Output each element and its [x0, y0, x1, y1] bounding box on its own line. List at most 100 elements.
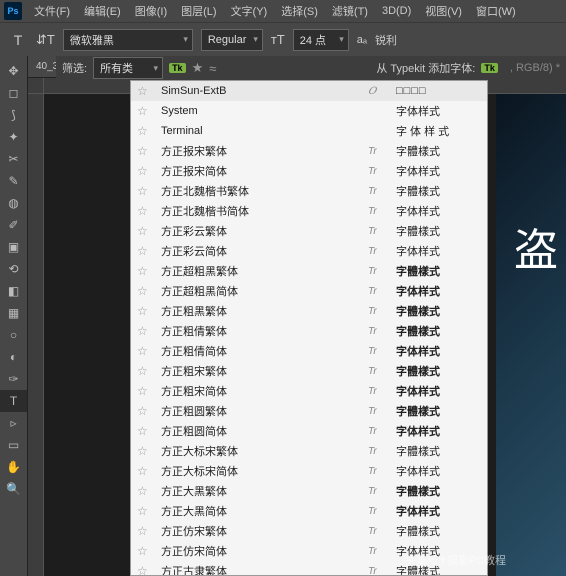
font-row[interactable]: ☆方正粗倩简体Tr字体样式 [131, 341, 487, 361]
font-row[interactable]: ☆方正粗圆繁体Tr字體樣式 [131, 401, 487, 421]
favorite-star-icon[interactable]: ☆ [137, 424, 151, 438]
menu-select[interactable]: 选择(S) [275, 1, 324, 21]
favorite-star-icon[interactable]: ☆ [137, 124, 151, 138]
favorite-star-icon[interactable]: ☆ [137, 184, 151, 198]
font-name: 方正北魏楷书繁体 [161, 183, 358, 199]
typekit-filter-icon[interactable]: Tk [169, 63, 186, 73]
canvas-text: 盗 [514, 214, 558, 278]
menu-edit[interactable]: 编辑(E) [78, 1, 127, 21]
favorite-star-icon[interactable]: ☆ [137, 144, 151, 158]
favorite-star-icon[interactable]: ☆ [137, 504, 151, 518]
menu-window[interactable]: 窗口(W) [470, 1, 522, 21]
font-row[interactable]: ☆方正大黑简体Tr字体样式 [131, 501, 487, 521]
font-preview: 字体样式 [396, 463, 481, 479]
tool-heal[interactable]: ◍ [0, 192, 27, 214]
tool-stamp[interactable]: ▣ [0, 236, 27, 258]
font-style-dropdown[interactable]: Regular [201, 29, 263, 51]
favorite-filter-icon[interactable]: ★ [192, 60, 204, 76]
favorite-star-icon[interactable]: ☆ [137, 104, 151, 118]
tool-zoom[interactable]: 🔍 [0, 478, 27, 500]
font-row[interactable]: ☆方正北魏楷书繁体Tr字體樣式 [131, 181, 487, 201]
font-row[interactable]: ☆方正粗黑繁体Tr字體樣式 [131, 301, 487, 321]
font-row[interactable]: ☆方正彩云繁体Tr字體樣式 [131, 221, 487, 241]
favorite-star-icon[interactable]: ☆ [137, 404, 151, 418]
favorite-star-icon[interactable]: ☆ [137, 544, 151, 558]
menu-3d[interactable]: 3D(D) [376, 3, 417, 19]
font-type-icon: Tr [368, 466, 386, 477]
favorite-star-icon[interactable]: ☆ [137, 484, 151, 498]
tool-marquee[interactable]: ◻ [0, 82, 27, 104]
tool-history[interactable]: ⟲ [0, 258, 27, 280]
font-row[interactable]: ☆方正超粗黑简体Tr字体样式 [131, 281, 487, 301]
favorite-star-icon[interactable]: ☆ [137, 204, 151, 218]
font-row[interactable]: ☆方正报宋简体Tr字体样式 [131, 161, 487, 181]
font-row[interactable]: ☆SimSun-ExtB𝑂□□□□ [131, 81, 487, 101]
font-row[interactable]: ☆Terminal字 体 样 式 [131, 121, 487, 141]
font-row[interactable]: ☆方正北魏楷书简体Tr字体样式 [131, 201, 487, 221]
tool-brush[interactable]: ✐ [0, 214, 27, 236]
font-row[interactable]: ☆方正粗宋繁体Tr字體樣式 [131, 361, 487, 381]
tool-gradient[interactable]: ▦ [0, 302, 27, 324]
font-type-icon: Tr [368, 226, 386, 237]
favorite-star-icon[interactable]: ☆ [137, 324, 151, 338]
tool-path[interactable]: ▹ [0, 412, 27, 434]
tool-eyedropper[interactable]: ✎ [0, 170, 27, 192]
font-family-dropdown[interactable]: 微软雅黑 [63, 29, 193, 51]
favorite-star-icon[interactable]: ☆ [137, 524, 151, 538]
favorite-star-icon[interactable]: ☆ [137, 364, 151, 378]
tool-pen[interactable]: ✑ [0, 368, 27, 390]
font-row[interactable]: ☆方正大标宋繁体Tr字體樣式 [131, 441, 487, 461]
tool-text[interactable]: T [0, 390, 27, 412]
favorite-star-icon[interactable]: ☆ [137, 464, 151, 478]
font-row[interactable]: ☆方正报宋繁体Tr字體樣式 [131, 141, 487, 161]
font-type-icon: Tr [368, 526, 386, 537]
font-row[interactable]: ☆方正粗倩繁体Tr字體樣式 [131, 321, 487, 341]
menu-bar: Ps 文件(F) 编辑(E) 图像(I) 图层(L) 文字(Y) 选择(S) 滤… [0, 0, 566, 22]
menu-view[interactable]: 视图(V) [419, 1, 468, 21]
favorite-star-icon[interactable]: ☆ [137, 164, 151, 178]
tool-shape[interactable]: ▭ [0, 434, 27, 456]
font-row[interactable]: ☆方正粗圆简体Tr字体样式 [131, 421, 487, 441]
tool-crop[interactable]: ✂ [0, 148, 27, 170]
font-name: 方正大标宋繁体 [161, 443, 358, 459]
font-row[interactable]: ☆方正大黑繁体Tr字體樣式 [131, 481, 487, 501]
typekit-add-icon[interactable]: Tk [481, 63, 498, 73]
text-orientation-icon[interactable]: ⇵T [36, 32, 55, 48]
tool-wand[interactable]: ✦ [0, 126, 27, 148]
favorite-star-icon[interactable]: ☆ [137, 224, 151, 238]
favorite-star-icon[interactable]: ☆ [137, 284, 151, 298]
filter-class-dropdown[interactable]: 所有类 [93, 57, 163, 79]
menu-type[interactable]: 文字(Y) [225, 1, 274, 21]
similar-filter-icon[interactable]: ≈ [209, 61, 216, 76]
font-row[interactable]: ☆System字体样式 [131, 101, 487, 121]
favorite-star-icon[interactable]: ☆ [137, 384, 151, 398]
font-preview: 字體樣式 [396, 403, 481, 419]
menu-file[interactable]: 文件(F) [28, 1, 76, 21]
font-row[interactable]: ☆方正超粗黑繁体Tr字體樣式 [131, 261, 487, 281]
tool-dodge[interactable]: ◐ [0, 346, 27, 368]
font-row[interactable]: ☆方正大标宋简体Tr字体样式 [131, 461, 487, 481]
menu-layer[interactable]: 图层(L) [175, 1, 222, 21]
font-row[interactable]: ☆方正仿宋繁体Tr字體樣式 [131, 521, 487, 541]
tool-move[interactable]: ✥ [0, 60, 27, 82]
favorite-star-icon[interactable]: ☆ [137, 304, 151, 318]
tool-eraser[interactable]: ◧ [0, 280, 27, 302]
antialiasing-value[interactable]: 锐利 [375, 32, 397, 48]
font-row[interactable]: ☆方正粗宋简体Tr字体样式 [131, 381, 487, 401]
menu-image[interactable]: 图像(I) [129, 1, 173, 21]
menu-filter[interactable]: 滤镜(T) [326, 1, 374, 21]
font-size-dropdown[interactable]: 24 点 [293, 29, 349, 51]
favorite-star-icon[interactable]: ☆ [137, 564, 151, 576]
favorite-star-icon[interactable]: ☆ [137, 264, 151, 278]
tool-blur[interactable]: ○ [0, 324, 27, 346]
favorite-star-icon[interactable]: ☆ [137, 244, 151, 258]
font-row[interactable]: ☆方正彩云简体Tr字体样式 [131, 241, 487, 261]
tool-lasso[interactable]: ⟆ [0, 104, 27, 126]
favorite-star-icon[interactable]: ☆ [137, 344, 151, 358]
font-type-icon: Tr [368, 266, 386, 277]
favorite-star-icon[interactable]: ☆ [137, 444, 151, 458]
favorite-star-icon[interactable]: ☆ [137, 84, 151, 98]
font-type-icon: Tr [368, 246, 386, 257]
tool-hand[interactable]: ✋ [0, 456, 27, 478]
font-preview: 字体样式 [396, 503, 481, 519]
